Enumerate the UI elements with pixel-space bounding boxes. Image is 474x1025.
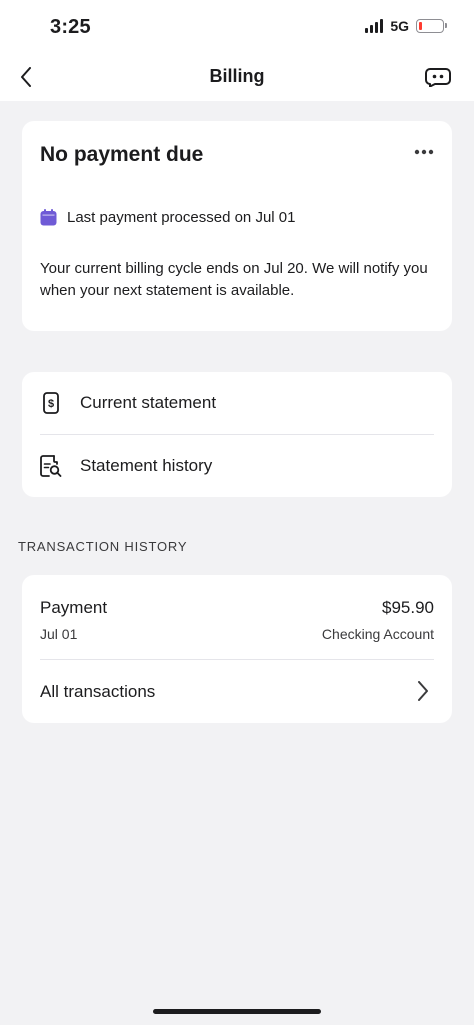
transaction-type: Payment — [40, 598, 108, 617]
more-options-button[interactable] — [412, 143, 436, 161]
payment-status-title: No payment due — [40, 143, 204, 166]
transaction-date: Jul 01 — [40, 626, 78, 642]
last-payment-info: Last payment processed on Jul 01 — [40, 209, 295, 226]
current-statement-label: Current statement — [80, 393, 217, 412]
chat-bubble-icon — [425, 68, 451, 87]
chevron-right-icon — [416, 680, 430, 702]
calendar-icon — [40, 209, 57, 226]
statement-history-label: Statement history — [80, 456, 213, 475]
statement-history-row[interactable]: Statement history — [22, 435, 452, 497]
more-dots-icon — [414, 149, 434, 155]
status-bar: 3:25 5G — [0, 0, 474, 54]
transaction-history-heading: TRANSACTION HISTORY — [18, 539, 188, 554]
home-indicator[interactable] — [153, 1009, 321, 1014]
last-payment-text: Last payment processed on Jul 01 — [67, 209, 296, 226]
network-label: 5G — [390, 18, 409, 34]
page-title: Billing — [209, 66, 265, 86]
all-transactions-row[interactable]: All transactions — [22, 660, 452, 723]
transactions-card: Payment $95.90 Jul 01 Checking Account A… — [22, 575, 452, 723]
nav-bar: Billing — [0, 54, 474, 100]
status-time: 3:25 — [50, 16, 91, 38]
transaction-account: Checking Account — [321, 626, 434, 642]
current-statement-row[interactable]: $ Current statement — [22, 372, 452, 434]
top-bar: 3:25 5G Billing — [0, 0, 474, 101]
all-transactions-label: All transactions — [40, 681, 156, 701]
billing-cycle-description: Your current billing cycle ends on Jul 2… — [40, 260, 428, 299]
statement-dollar-icon: $ — [40, 391, 62, 415]
svg-text:$: $ — [48, 398, 54, 410]
payment-status-card: No payment due Last payment processed on… — [22, 121, 452, 331]
transaction-amount: $95.90 — [382, 598, 434, 617]
statements-card: $ Current statement Statement history — [22, 372, 452, 497]
signal-icon — [365, 19, 384, 33]
chat-button[interactable] — [424, 66, 452, 88]
transaction-row[interactable]: Payment $95.90 Jul 01 Checking Account — [22, 575, 452, 659]
statement-search-icon — [40, 454, 62, 478]
battery-icon — [416, 19, 447, 33]
status-indicators: 5G — [365, 18, 447, 34]
battery-level — [419, 22, 422, 30]
